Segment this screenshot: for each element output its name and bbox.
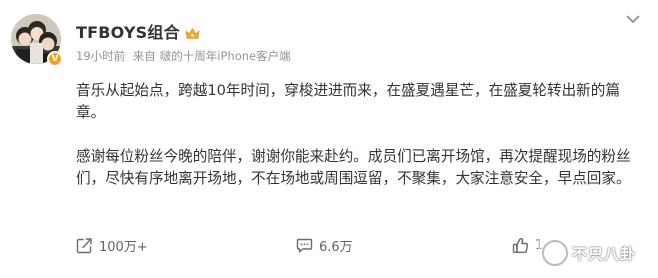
- verified-badge-icon: V: [47, 51, 63, 67]
- content-paragraph-2: 感谢每位粉丝今晚的陪伴，谢谢你能来赴约。成员们已离开场馆，再次提醒现场的粉丝们，…: [76, 148, 631, 187]
- thumbs-up-icon: [512, 237, 529, 253]
- content-paragraph-1: 音乐从起始点，跨越10年时间，穿梭进进而来，在盛夏遇星芒，在盛夏轮转出新的篇章。: [76, 82, 620, 121]
- watermark: 不只八卦: [538, 238, 641, 268]
- watermark-logo-icon: [542, 240, 568, 266]
- watermark-text: 不只八卦: [572, 244, 637, 263]
- weibo-post-card: V TFBOYS组合 19小时前 来自 啵的十周年iPhone客户端 音乐从起始点…: [0, 0, 658, 278]
- comment-button[interactable]: 6.6万: [296, 232, 353, 258]
- repost-count: 100万+: [99, 239, 148, 255]
- chevron-down-icon: [626, 15, 640, 23]
- comment-count: 6.6万: [319, 239, 353, 255]
- share-square-icon: [76, 237, 92, 253]
- post-source-device: 啵的十周年iPhone客户端: [159, 49, 291, 63]
- post-time[interactable]: 19小时前: [76, 49, 125, 63]
- crown-icon: [185, 25, 200, 39]
- post-content: 音乐从起始点，跨越10年时间，穿梭进进而来，在盛夏遇星芒，在盛夏轮转出新的篇章。…: [76, 80, 642, 190]
- from-label: 来自: [132, 49, 156, 63]
- post-meta: 19小时前 来自 啵的十周年iPhone客户端: [76, 48, 295, 64]
- author-row: TFBOYS组合: [76, 20, 200, 42]
- repost-button[interactable]: 100万+: [76, 232, 148, 258]
- comment-icon: [296, 238, 313, 252]
- author-name[interactable]: TFBOYS组合: [76, 19, 180, 43]
- more-menu-button[interactable]: [622, 10, 644, 28]
